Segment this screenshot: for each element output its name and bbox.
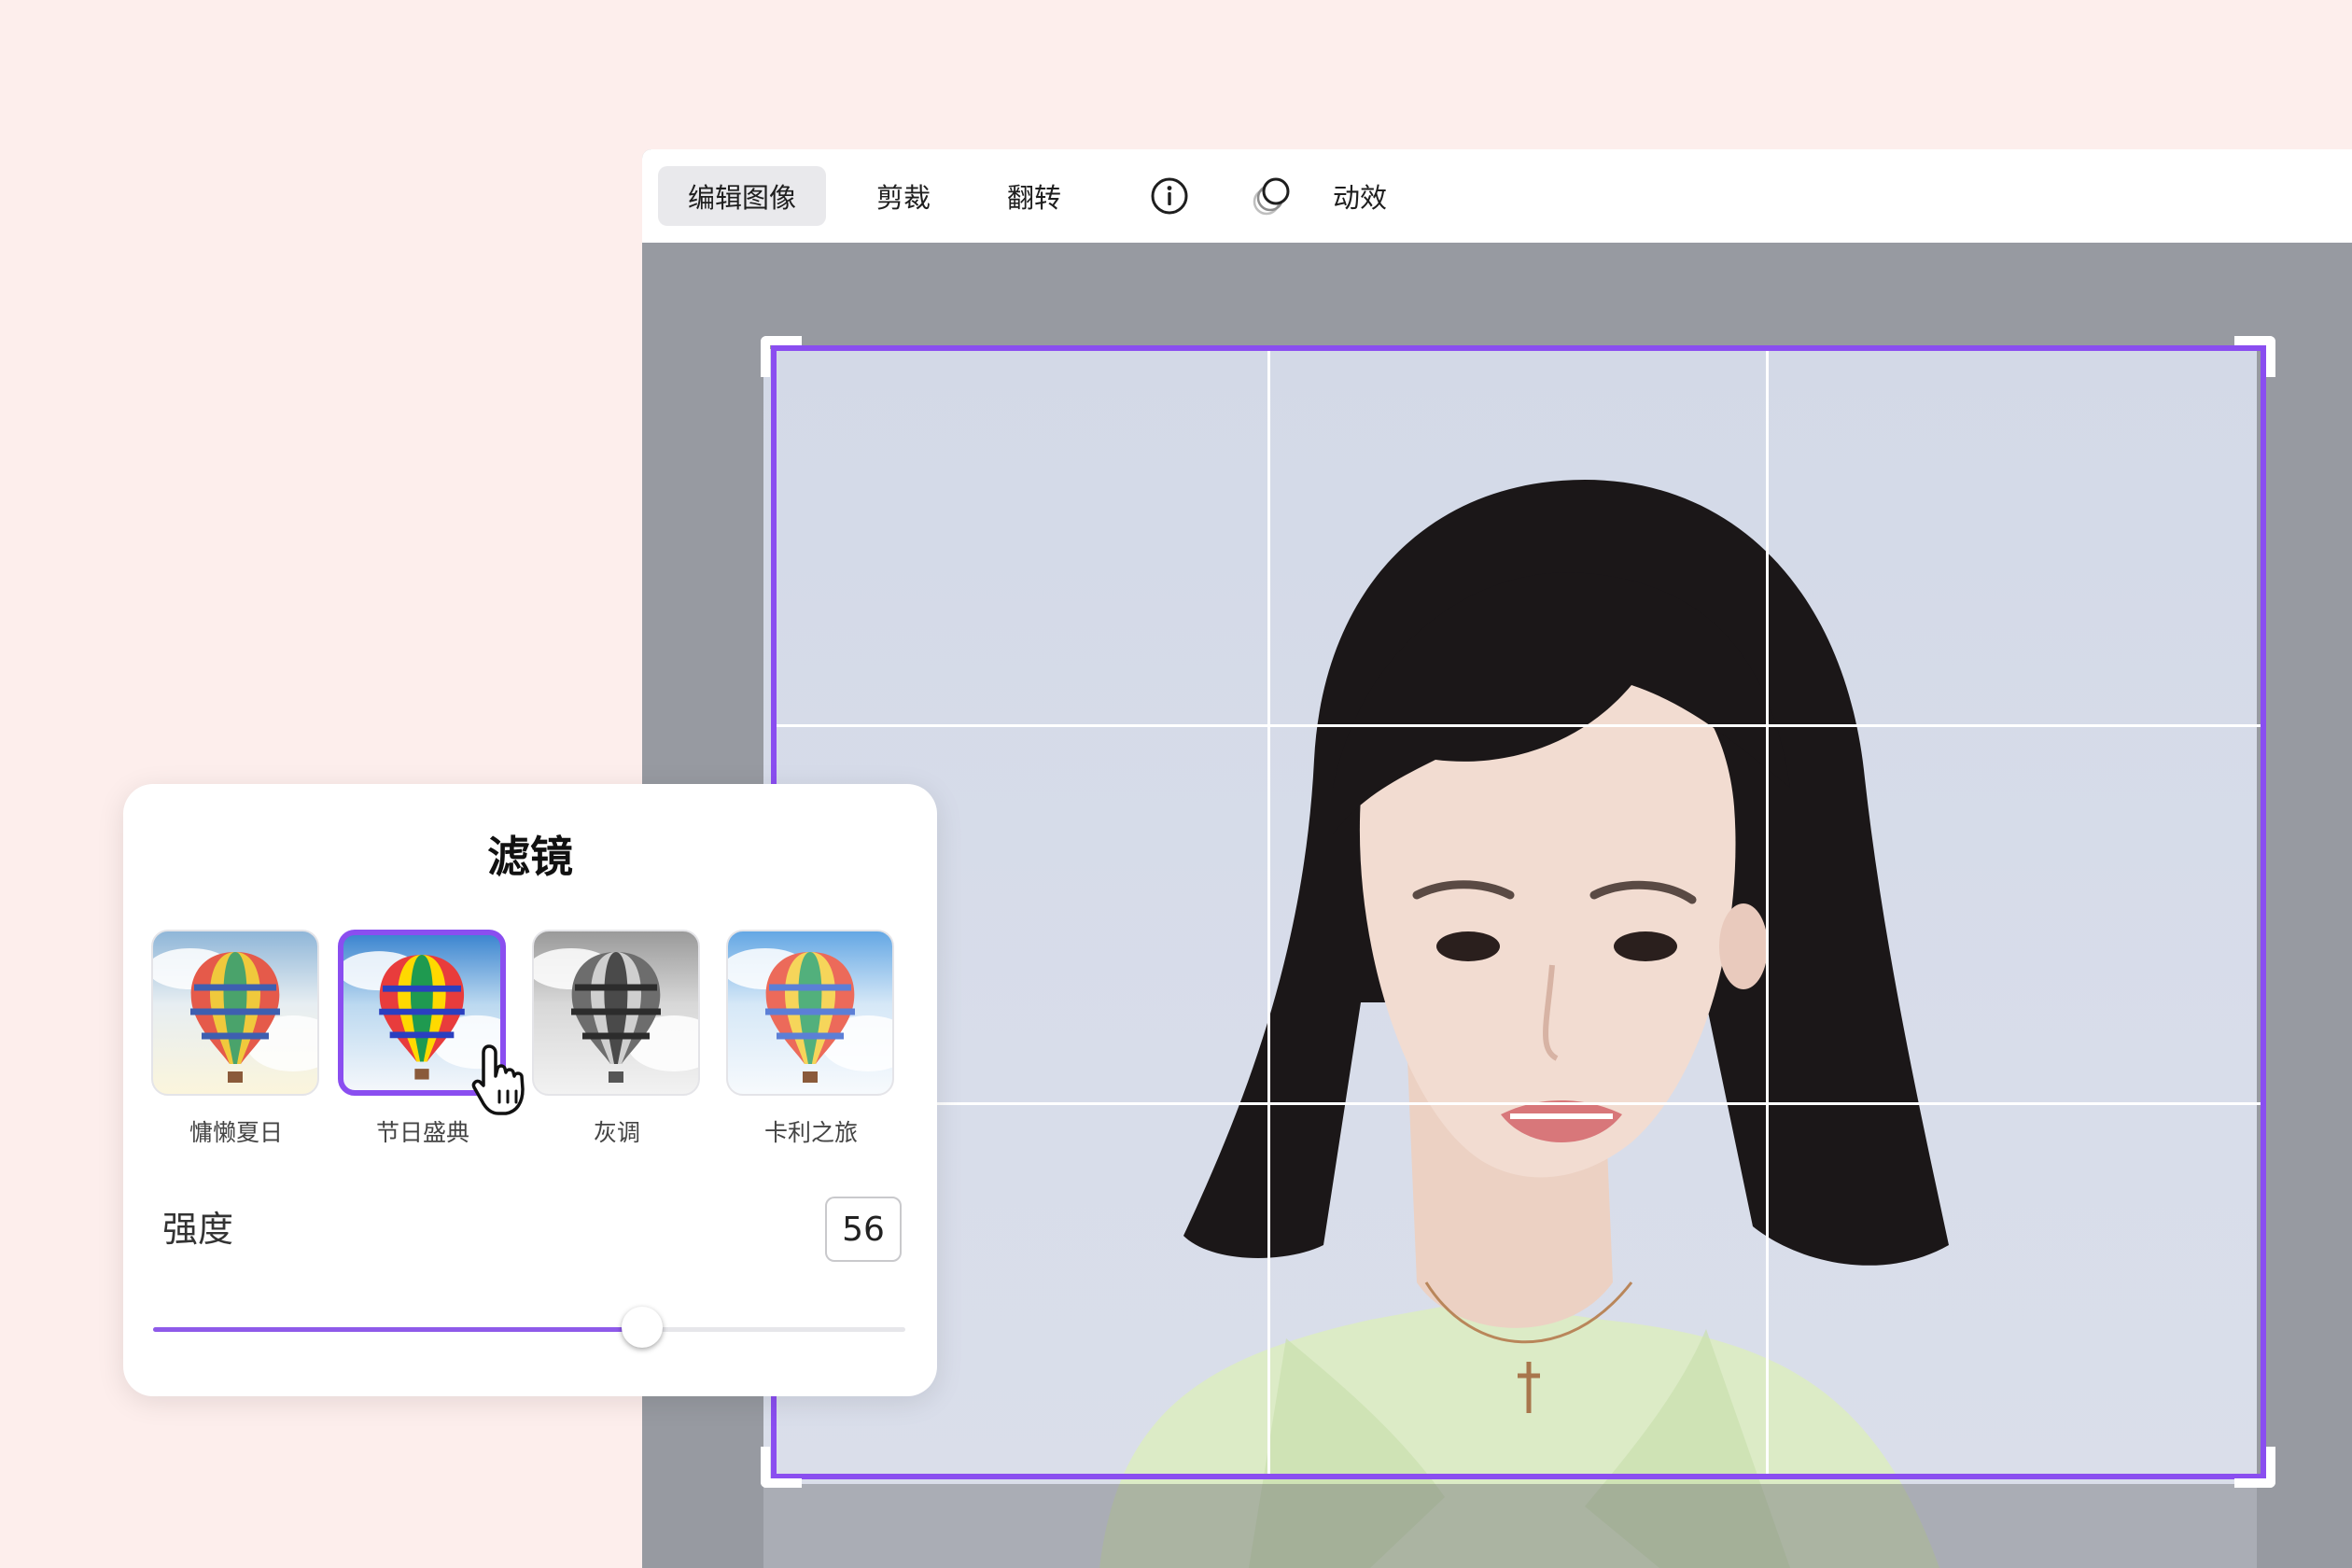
filter-option-kali-trip[interactable]: 卡利之旅 [726, 930, 896, 1148]
crop-tab-label: 剪裁 [875, 182, 931, 214]
crop-grid-vertical-2 [1766, 351, 1769, 1474]
crop-handle-top-left[interactable] [761, 336, 802, 377]
crop-outside-dim [763, 1484, 2257, 1568]
animation-icon-button[interactable] [1239, 166, 1305, 226]
strength-value-field[interactable]: 56 [825, 1197, 902, 1262]
editor-toolbar: 编辑图像 剪裁 翻转 动效 [642, 149, 2352, 243]
info-circle-icon [1151, 177, 1188, 215]
hand-pointer-icon [471, 1044, 525, 1115]
filter-thumbnail [532, 930, 700, 1096]
strength-label: 强度 [162, 1209, 234, 1250]
hot-air-balloon-icon [534, 948, 698, 1083]
flip-tab[interactable]: 翻转 [959, 166, 1109, 226]
slider-handle[interactable] [621, 1307, 663, 1348]
crop-frame[interactable] [771, 345, 2266, 1479]
filter-label: 慵懒夏日 [189, 1119, 283, 1146]
filter-option-lazy-summer[interactable]: 慵懒夏日 [151, 930, 321, 1148]
filter-label: 节日盛典 [375, 1119, 469, 1146]
filter-thumbnail [151, 930, 319, 1096]
filter-label: 灰调 [593, 1119, 640, 1146]
hot-air-balloon-icon [728, 948, 892, 1083]
animation-tab[interactable]: 动效 [1309, 166, 1411, 226]
crop-handle-bottom-right[interactable] [2234, 1447, 2275, 1488]
filter-panel: 滤镜 慵懒夏日 节日盛典 灰调 卡利之旅 强度 56 [123, 784, 937, 1396]
hot-air-balloon-icon [153, 948, 317, 1083]
edit-image-tab-label: 编辑图像 [687, 182, 796, 214]
crop-grid-horizontal-1 [777, 724, 2261, 727]
crop-grid-vertical-1 [1267, 351, 1270, 1474]
filter-thumbnail [726, 930, 894, 1096]
filter-option-gray[interactable]: 灰调 [532, 930, 702, 1148]
strength-slider[interactable] [153, 1307, 905, 1353]
slider-fill [153, 1327, 642, 1332]
animation-tab-label: 动效 [1332, 182, 1387, 214]
crop-handle-top-right[interactable] [2234, 336, 2275, 377]
panel-title: 滤镜 [487, 832, 573, 882]
info-button[interactable] [1137, 166, 1202, 226]
crop-grid-horizontal-2 [777, 1102, 2261, 1105]
edit-image-tab[interactable]: 编辑图像 [658, 166, 826, 226]
overlapping-circles-icon [1253, 177, 1290, 216]
flip-tab-label: 翻转 [1006, 182, 1061, 214]
crop-handle-bottom-left[interactable] [761, 1447, 802, 1488]
filter-label: 卡利之旅 [763, 1119, 858, 1146]
